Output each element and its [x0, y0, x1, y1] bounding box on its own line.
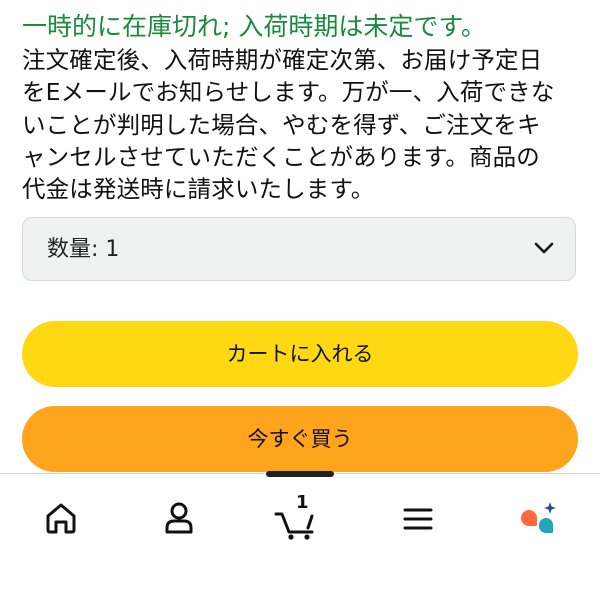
availability-status: 一時的に在庫切れ; 入荷時期は未定です。 [22, 12, 486, 41]
description-line: ャンセルさせていただくことがあります。商品の [22, 142, 540, 171]
description-line: 注文確定後、入荷時期が確定次第、お届け予定日 [22, 46, 543, 74]
account-icon [165, 502, 193, 534]
menu-icon [403, 508, 433, 530]
quantity-display: 数量: 1 [47, 235, 119, 265]
availability-description: 注文確定後、入荷時期が確定次第、お届け予定日 をEメールでお知らせします。万が一… [22, 44, 584, 205]
rufus-icon [521, 502, 556, 534]
bottom-navigation: 1 [0, 471, 600, 600]
nav-rufus[interactable] [512, 494, 560, 542]
description-line: いことが判明した場合、やむを得ず、ご注文をキ [22, 110, 541, 139]
nav-cart[interactable]: 1 [274, 492, 322, 542]
nav-menu[interactable] [394, 494, 442, 542]
description-line: 代金は発送時に請求いたします。 [22, 175, 375, 204]
description-line: をEメールでお知らせします。万が一、入荷できな [22, 78, 555, 107]
nav-home[interactable] [37, 494, 85, 542]
quantity-dropdown[interactable]: 数量: 1 [22, 217, 576, 281]
chevron-down-icon [534, 242, 554, 254]
add-to-cart-button[interactable]: カートに入れる [22, 321, 578, 387]
quantity-label: 数量: [47, 237, 99, 262]
quantity-value: 1 [105, 237, 120, 262]
nav-account[interactable] [155, 494, 203, 542]
cart-count-badge: 1 [296, 492, 309, 513]
buy-now-button[interactable]: 今すぐ買う [22, 406, 578, 472]
sheet-handle[interactable] [266, 471, 334, 477]
home-icon [46, 503, 76, 534]
